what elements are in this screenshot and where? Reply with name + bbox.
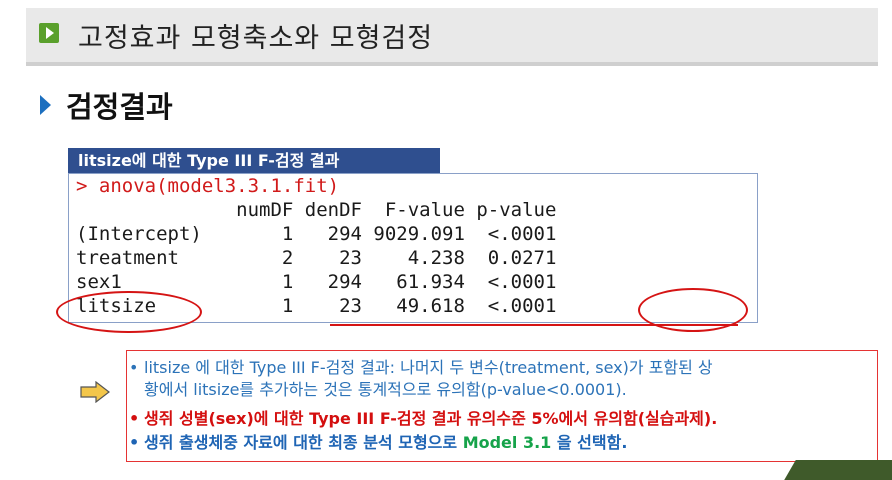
table-row-treatment: treatment 2 23 4.238 0.0271 <box>76 247 557 269</box>
note-item-3: • 생쥐 출생체중 자료에 대한 최종 분석 모형으로 Model 3.1 을 … <box>129 432 864 454</box>
r-command: > anova(model3.3.1.fit) <box>76 175 340 197</box>
bullet-dot: • <box>129 409 140 428</box>
table-header: numDF denDF F-value p-value <box>76 199 557 221</box>
play-square-icon <box>39 23 59 43</box>
note-1-line-2: 황에서 litsize를 추가하는 것은 통계적으로 유의함(p-value<0… <box>144 380 627 399</box>
note-item-1: • litsize 에 대한 Type III F-검정 결과: 나머지 두 변… <box>129 357 864 401</box>
table-caption: litsize에 대한 Type III F-검정 결과 <box>68 148 440 173</box>
slide-title: 고정효과 모형축소와 모형검정 <box>78 23 434 54</box>
table-row-intercept: (Intercept) 1 294 9029.091 <.0001 <box>76 223 557 245</box>
model-name: Model 3.1 <box>462 433 552 452</box>
note-3-text-a: 생쥐 출생체중 자료에 대한 최종 분석 모형으로 <box>144 433 463 452</box>
note-3-text-c: 을 선택함. <box>551 433 628 452</box>
note-2-text: 생쥐 성별(sex)에 대한 Type III F-검정 결과 유의수준 5%에… <box>144 409 718 428</box>
chevron-right-icon <box>40 95 51 115</box>
title-band: 고정효과 모형축소와 모형검정 <box>26 8 878 66</box>
decorative-corner <box>784 460 892 480</box>
section-title: 검정결과 <box>66 90 173 124</box>
arrow-right-icon <box>80 381 110 403</box>
underline-mark <box>330 324 738 326</box>
bullet-dot: • <box>129 433 140 452</box>
litsize-highlight-ellipse <box>56 291 202 333</box>
note-item-2: • 생쥐 성별(sex)에 대한 Type III F-검정 결과 유의수준 5… <box>129 408 864 430</box>
note-1-line-1: litsize 에 대한 Type III F-검정 결과: 나머지 두 변수(… <box>144 358 713 377</box>
bullet-dot: • <box>129 358 139 377</box>
table-row-sex1: sex1 1 294 61.934 <.0001 <box>76 271 557 293</box>
